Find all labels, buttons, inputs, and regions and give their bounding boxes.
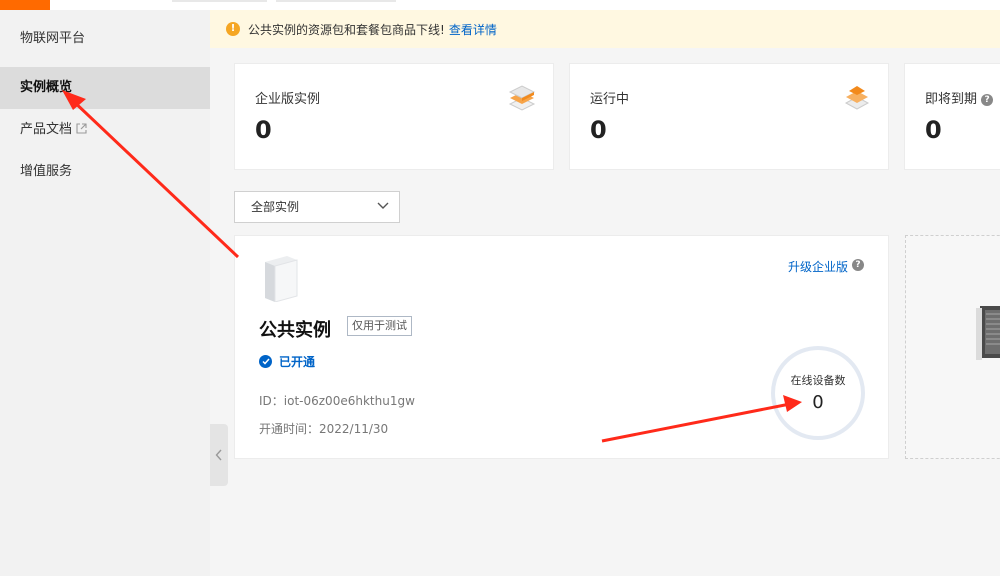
instance-tag: 仅用于测试 (347, 316, 412, 336)
brand-accent (0, 0, 50, 10)
stat-label: 即将到期 ? (925, 88, 994, 107)
select-value: 全部实例 (251, 200, 300, 214)
instance-status: 已开通 (259, 353, 315, 370)
sidebar-item-label: 物联网平台 (20, 31, 86, 46)
instance-open-date: 开通时间：2022/11/30 (259, 422, 389, 436)
online-devices-label: 在线设备数 (790, 374, 846, 387)
layers-icon (507, 82, 537, 116)
stat-card-enterprise: 企业版实例 0 (234, 63, 554, 170)
top-bar (0, 0, 1000, 10)
check-circle-icon (259, 355, 272, 368)
notice-details-link[interactable]: 查看详情 (449, 21, 497, 38)
chevron-left-icon (215, 449, 222, 461)
stat-card-running: 运行中 0 (569, 63, 889, 170)
top-tab[interactable] (172, 0, 267, 2)
status-text: 已开通 (279, 355, 316, 369)
top-tab[interactable] (276, 0, 396, 2)
instance-name: 公共实例 (259, 320, 331, 341)
online-devices-count: 0 (812, 392, 824, 413)
stat-label: 企业版实例 (255, 92, 321, 107)
stat-value: 0 (255, 116, 272, 144)
chevron-down-icon (377, 202, 389, 209)
add-instance-placeholder[interactable] (905, 235, 1000, 459)
stat-card-expiring: 即将到期 ? 0 (904, 63, 1000, 170)
stat-value: 0 (925, 116, 942, 144)
notice-bar: ! 公共实例的资源包和套餐包商品下线! 查看详情 (210, 10, 1000, 48)
sidebar-item-instance-overview[interactable]: 实例概览 (0, 67, 210, 109)
upgrade-enterprise-link[interactable]: 升级企业版 (788, 258, 848, 275)
sidebar-item-label: 产品文档 (20, 122, 73, 137)
sidebar-item-product-docs[interactable]: 产品文档 (0, 109, 210, 151)
instance-card[interactable]: 公共实例 仅用于测试 已开通 ID：iot-06z00e6hkthu1gw 开通… (234, 235, 889, 459)
stat-value: 0 (590, 116, 607, 144)
online-devices-ring: 在线设备数 0 (771, 346, 865, 440)
help-icon[interactable]: ? (981, 94, 994, 106)
stat-label: 运行中 (590, 92, 630, 107)
instance-id: ID：iot-06z00e6hkthu1gw (259, 394, 415, 408)
help-icon[interactable]: ? (852, 259, 864, 271)
device-icon (976, 302, 1000, 366)
sidebar-item-value-added[interactable]: 增值服务 (0, 151, 210, 193)
stack-icon (842, 82, 872, 116)
sidebar: 物联网平台 实例概览 产品文档 增值服务 (0, 10, 210, 576)
notice-text: 公共实例的资源包和套餐包商品下线! (248, 22, 445, 37)
sidebar-item-label: 实例概览 (20, 80, 73, 95)
sidebar-collapse-handle[interactable] (210, 424, 228, 486)
external-link-icon (76, 110, 87, 152)
instance-filter-select[interactable]: 全部实例 (234, 191, 400, 223)
sidebar-item-label: 增值服务 (20, 164, 73, 179)
server-icon (259, 254, 303, 306)
warning-icon: ! (226, 22, 240, 36)
sidebar-title[interactable]: 物联网平台 (0, 18, 210, 60)
